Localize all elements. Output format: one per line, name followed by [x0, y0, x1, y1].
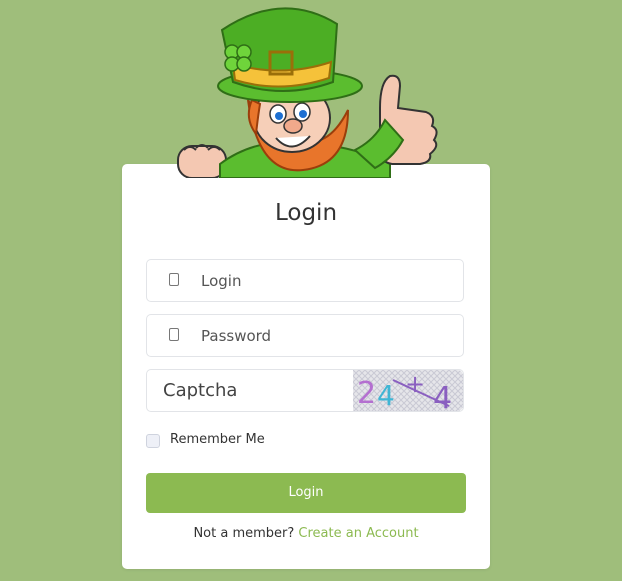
signup-line: Not a member? Create an Account: [122, 526, 490, 541]
password-field[interactable]: Password: [146, 314, 464, 357]
remember-checkbox[interactable]: [146, 434, 160, 448]
captcha-field[interactable]: Captcha 2 4 + 4: [146, 369, 464, 412]
login-field[interactable]: Login: [146, 259, 464, 302]
login-card: Login Login Password Captcha 2 4 + 4 Rem…: [122, 164, 490, 569]
user-icon: [169, 273, 179, 286]
create-account-link[interactable]: Create an Account: [298, 526, 418, 541]
signup-prompt: Not a member?: [193, 526, 295, 541]
login-placeholder: Login: [201, 272, 242, 290]
svg-text:+: +: [405, 370, 425, 398]
svg-text:4: 4: [433, 381, 452, 411]
leprechaun-mascot-icon: [177, 7, 438, 178]
password-placeholder: Password: [201, 327, 272, 345]
svg-text:2: 2: [357, 376, 376, 411]
login-button[interactable]: Login: [146, 473, 466, 513]
remember-label: Remember Me: [170, 432, 265, 447]
captcha-image: 2 4 + 4: [353, 370, 463, 411]
lock-icon: [169, 328, 179, 341]
page-title: Login: [274, 200, 338, 226]
hand-left-icon: [177, 144, 227, 178]
svg-text:4: 4: [377, 379, 395, 411]
captcha-placeholder: Captcha: [163, 380, 238, 401]
